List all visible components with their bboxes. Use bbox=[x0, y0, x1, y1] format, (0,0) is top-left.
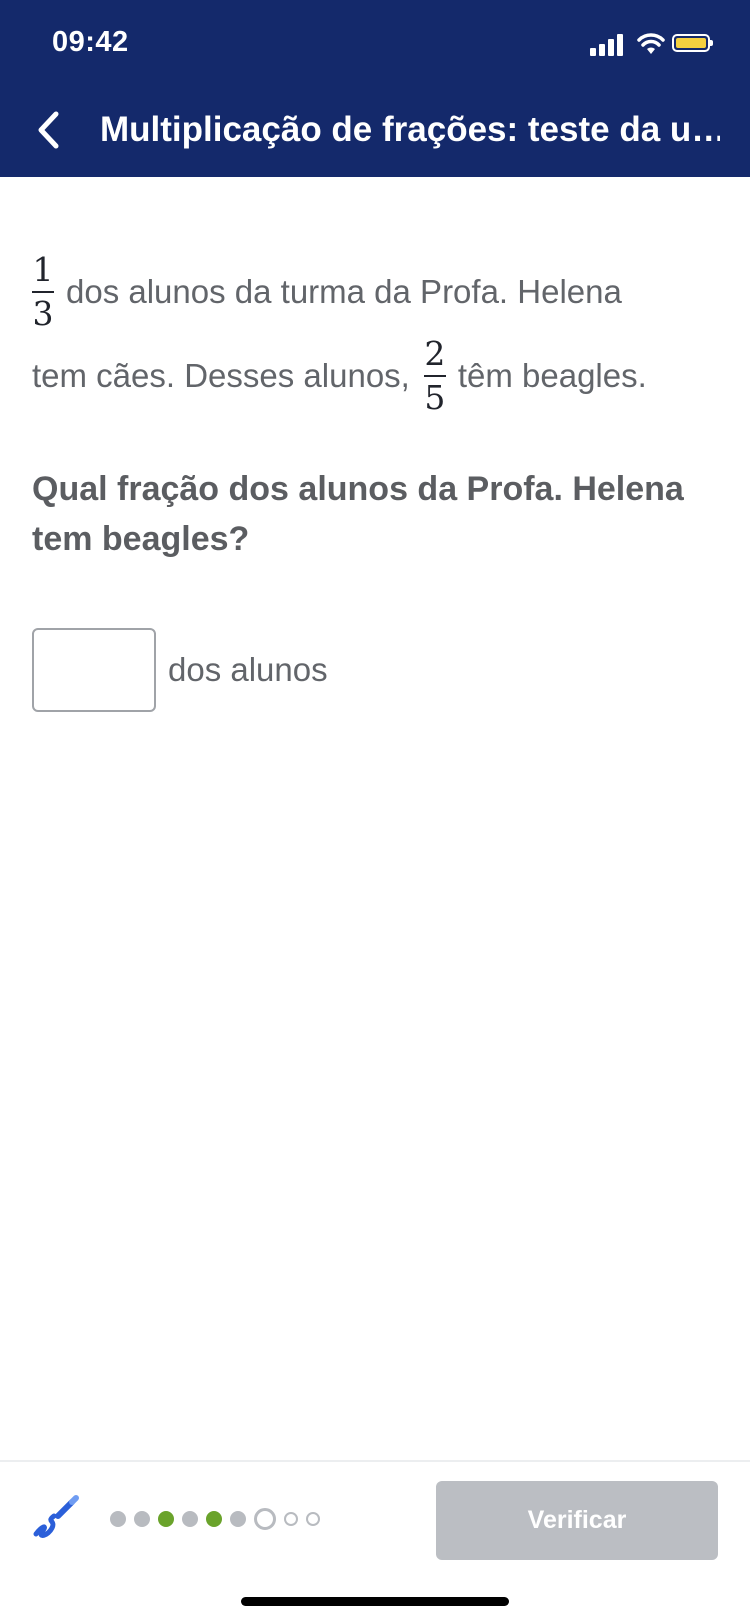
home-indicator bbox=[241, 1597, 509, 1606]
verify-button[interactable]: Verificar bbox=[436, 1481, 718, 1560]
progress-dot-gray bbox=[134, 1511, 150, 1527]
progress-dot-gray bbox=[230, 1511, 246, 1527]
fraction-bar bbox=[32, 291, 54, 293]
problem-text-1: dos alunos da turma da Profa. Helena bbox=[66, 273, 622, 310]
back-button[interactable] bbox=[26, 104, 70, 156]
progress-dot-empty bbox=[284, 1512, 298, 1526]
cellular-signal-icon bbox=[590, 32, 628, 56]
problem-text-3: têm beagles. bbox=[457, 357, 647, 394]
problem-line-2: tem cães. Desses alunos, 2 5 têm beagles… bbox=[32, 334, 722, 418]
fraction-denominator: 5 bbox=[424, 378, 446, 417]
scratchpad-button[interactable] bbox=[28, 1490, 84, 1546]
app-header: 09:42 Multiplicação de frações: teste da… bbox=[0, 0, 750, 177]
progress-dot-gray bbox=[110, 1511, 126, 1527]
fraction-denominator: 3 bbox=[32, 294, 54, 333]
battery-icon bbox=[672, 34, 713, 52]
page-title: Multiplicação de frações: teste da u… bbox=[100, 110, 720, 149]
answer-row: dos alunos bbox=[32, 628, 722, 712]
progress-dot-current bbox=[254, 1508, 276, 1530]
problem-text-2: tem cães. Desses alunos, bbox=[32, 357, 410, 394]
progress-dot-green bbox=[206, 1511, 222, 1527]
fraction-numerator: 2 bbox=[424, 334, 446, 373]
problem-line-1: 1 3 dos alunos da turma da Profa. Helena bbox=[32, 250, 722, 334]
problem-statement: 1 3 dos alunos da turma da Profa. Helena… bbox=[32, 250, 722, 418]
progress-indicator bbox=[110, 1508, 328, 1530]
chevron-left-icon bbox=[38, 111, 59, 149]
fraction-numerator: 1 bbox=[32, 250, 54, 289]
wifi-icon bbox=[637, 33, 665, 54]
fraction-one-third: 1 3 bbox=[32, 253, 54, 331]
question-text: Qual fração dos alunos da Profa. Helena … bbox=[32, 470, 684, 558]
fraction-two-fifths: 2 5 bbox=[423, 334, 446, 417]
status-time: 09:42 bbox=[52, 26, 129, 58]
scratchpad-pencil-icon bbox=[33, 1495, 79, 1538]
progress-dot-empty bbox=[306, 1512, 320, 1526]
footer-divider bbox=[0, 1460, 750, 1462]
progress-dot-gray bbox=[182, 1511, 198, 1527]
fraction-bar bbox=[423, 375, 446, 377]
progress-dot-green bbox=[158, 1511, 174, 1527]
answer-unit-label: dos alunos bbox=[168, 651, 328, 688]
exercise-content: 1 3 dos alunos da turma da Profa. Helena… bbox=[32, 250, 722, 712]
answer-input[interactable] bbox=[32, 628, 156, 712]
